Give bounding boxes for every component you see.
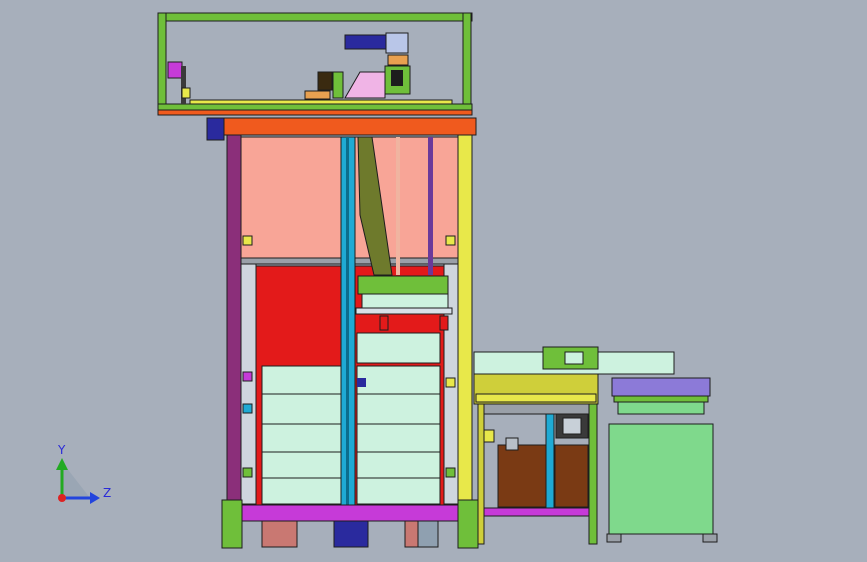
conveyor-motor-window	[564, 351, 584, 365]
conveyor-left-leg	[477, 403, 485, 545]
base-gray-block	[417, 520, 439, 548]
left-post-bracket-1	[242, 235, 253, 246]
station-green-bar	[613, 395, 709, 403]
right-post-bracket-1	[445, 235, 456, 246]
station-violet-head	[611, 377, 711, 397]
base-pink-block-left	[261, 520, 298, 548]
tower-right-post	[457, 134, 473, 521]
carton-right-1	[356, 365, 441, 395]
conveyor-bottom-rail	[483, 507, 590, 517]
carton-left-3	[261, 423, 342, 453]
right-post-bracket-2	[445, 377, 456, 388]
conveyor-cyan-leg	[545, 413, 555, 510]
station-right-foot	[702, 533, 718, 543]
base-magenta-beam	[239, 504, 461, 522]
lift-rod-purple	[428, 137, 433, 275]
carton-left-1	[261, 365, 342, 395]
carton-left-2	[261, 393, 342, 425]
base-left-foot	[221, 499, 243, 549]
conveyor-brown-cabinet-right	[554, 444, 589, 508]
cad-viewport[interactable]: Y Z	[0, 0, 867, 562]
lift-rod-pink	[396, 137, 400, 275]
motor-bracket-green	[332, 71, 344, 99]
triad-origin	[58, 494, 66, 502]
triad-y-label: Y	[57, 443, 66, 457]
gripper-crossbar	[355, 307, 453, 315]
gripper-jaw-right	[439, 315, 449, 331]
carton-right-3	[356, 423, 441, 453]
belt-tensioner	[304, 90, 331, 100]
carton-blue-marker	[357, 378, 366, 387]
top-beam-blue-block	[206, 117, 225, 141]
tower-left-post	[226, 119, 242, 521]
center-column-inner	[346, 137, 349, 505]
station-green-tray	[617, 401, 705, 415]
gripper-jaw-left	[379, 315, 389, 331]
right-post-bracket-3	[445, 467, 456, 478]
conveyor-fan-grill	[562, 417, 582, 435]
gantry-top-rail	[157, 12, 473, 22]
gantry-left-post	[157, 12, 167, 114]
servo-coupler	[387, 54, 409, 66]
conveyor-side-bracket	[483, 429, 495, 443]
servo-motor	[344, 34, 388, 50]
left-limit-module	[167, 61, 183, 79]
drive-unit-core	[391, 70, 403, 86]
carton-right-2	[356, 393, 441, 425]
right-station	[606, 377, 718, 543]
motor-bracket-dark	[317, 71, 333, 91]
left-sensor-tab	[181, 87, 191, 99]
conveyor-under-rail	[477, 403, 597, 415]
carton-left-5	[261, 477, 342, 505]
conveyor-right-leg	[588, 403, 598, 545]
gantry-deck-strip	[157, 109, 473, 116]
conveyor-cabinet-gray-tab	[505, 437, 519, 451]
linear-guide	[189, 99, 453, 105]
left-post-bracket-4	[242, 467, 253, 478]
carton-right-4	[356, 451, 441, 479]
carton-left-4	[261, 451, 342, 479]
base-blue-block	[333, 520, 369, 548]
left-post-bracket-2	[242, 371, 253, 382]
conveyor-brown-cabinet-left	[497, 444, 547, 508]
station-left-foot	[606, 533, 622, 543]
tower-top-beam	[223, 117, 477, 136]
main-tower	[206, 117, 479, 549]
carton-right-top	[356, 332, 441, 364]
servo-gearbox	[385, 32, 409, 54]
left-post-bracket-3	[242, 403, 253, 414]
gripper-head	[357, 275, 449, 295]
triad-z-label: Z	[103, 486, 111, 500]
conveyor-roller-band	[475, 393, 597, 403]
station-lime-cabinet	[608, 423, 714, 535]
base-right-foot	[457, 499, 479, 549]
gantry-right-post	[462, 12, 472, 114]
gantry-deck-rail	[157, 103, 473, 111]
carton-right-5	[356, 477, 441, 505]
